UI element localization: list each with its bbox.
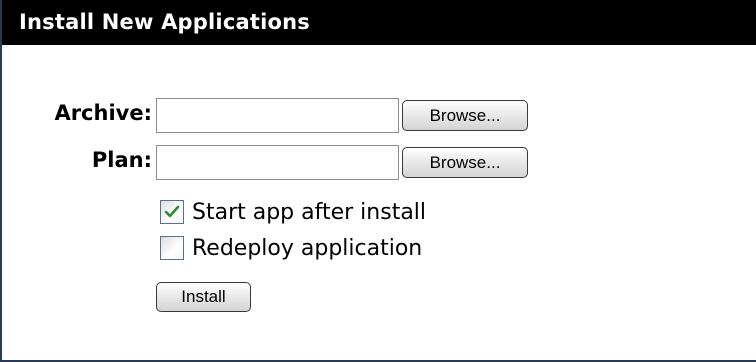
start-app-label[interactable]: Start app after install xyxy=(192,200,426,225)
archive-browse-button[interactable]: Browse... xyxy=(402,100,528,131)
check-icon xyxy=(164,205,180,218)
redeploy-option: Redeploy application xyxy=(160,233,422,263)
plan-browse-button[interactable]: Browse... xyxy=(402,147,528,178)
redeploy-label[interactable]: Redeploy application xyxy=(192,236,422,261)
redeploy-checkbox[interactable] xyxy=(160,236,184,260)
archive-input[interactable] xyxy=(156,98,399,133)
install-button[interactable]: Install xyxy=(156,282,251,312)
plan-label: Plan: xyxy=(91,148,152,172)
panel-title: Install New Applications xyxy=(2,0,756,45)
archive-label: Archive: xyxy=(54,101,152,125)
start-app-option: Start app after install xyxy=(160,197,426,227)
start-app-checkbox[interactable] xyxy=(160,200,184,224)
plan-input[interactable] xyxy=(156,145,399,180)
install-panel: Install New Applications Archive: Browse… xyxy=(0,0,756,362)
